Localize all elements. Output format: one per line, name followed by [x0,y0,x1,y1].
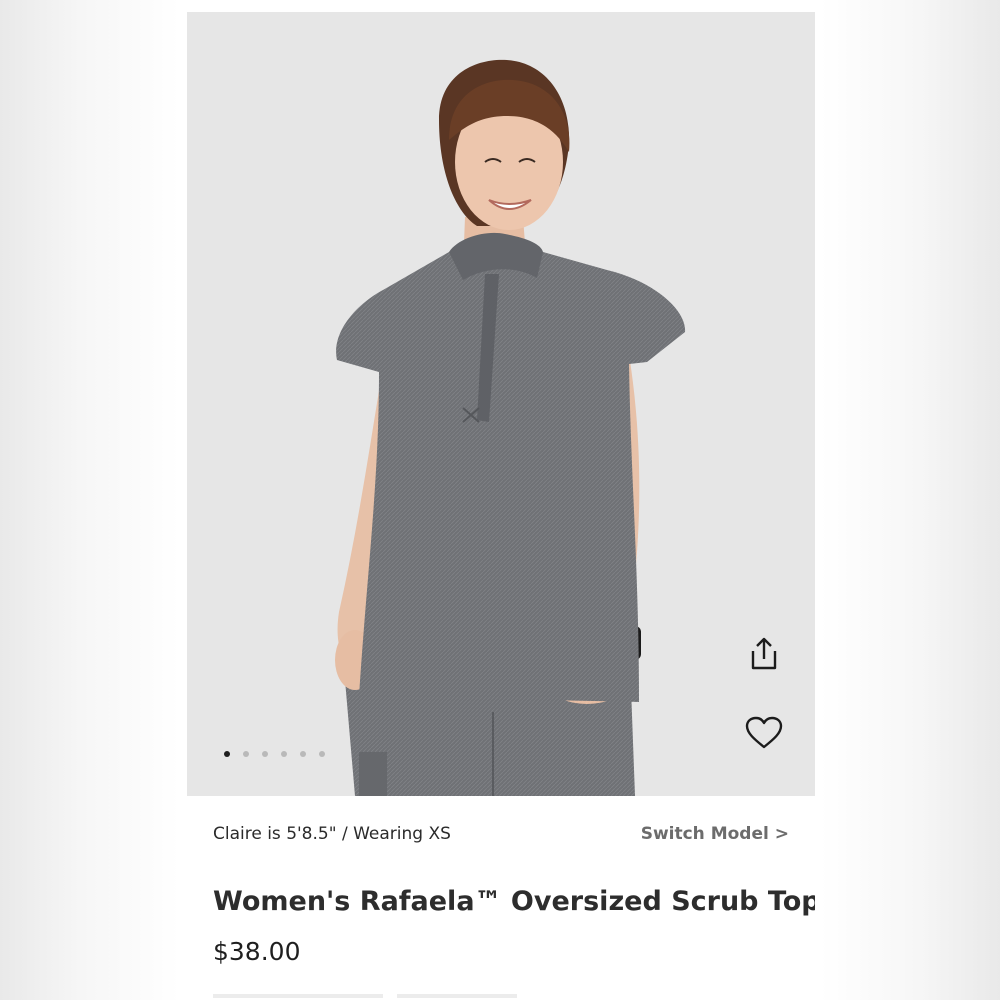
product-image-carousel[interactable] [187,12,815,796]
share-icon [751,637,777,670]
share-button[interactable] [739,629,789,679]
next-section-divider [213,994,517,998]
favorite-button[interactable] [739,708,789,758]
product-page: Claire is 5'8.5" / Wearing XS Switch Mod… [187,12,815,1000]
switch-model-link[interactable]: Switch Model > [641,824,789,844]
heart-icon [745,716,783,749]
carousel-dot-2[interactable] [243,751,249,757]
product-title: Women's Rafaela™ Oversized Scrub Top [213,886,815,917]
model-info-row: Claire is 5'8.5" / Wearing XS Switch Mod… [213,824,789,844]
carousel-dot-6[interactable] [319,751,325,757]
carousel-indicator[interactable] [224,751,325,757]
divider-segment [213,994,383,998]
carousel-dot-5[interactable] [300,751,306,757]
model-size-info: Claire is 5'8.5" / Wearing XS [213,824,451,844]
carousel-dot-1[interactable] [224,751,230,757]
product-price: $38.00 [213,937,301,966]
carousel-dot-4[interactable] [281,751,287,757]
product-photo [335,59,686,796]
carousel-dot-3[interactable] [262,751,268,757]
divider-segment [397,994,517,998]
